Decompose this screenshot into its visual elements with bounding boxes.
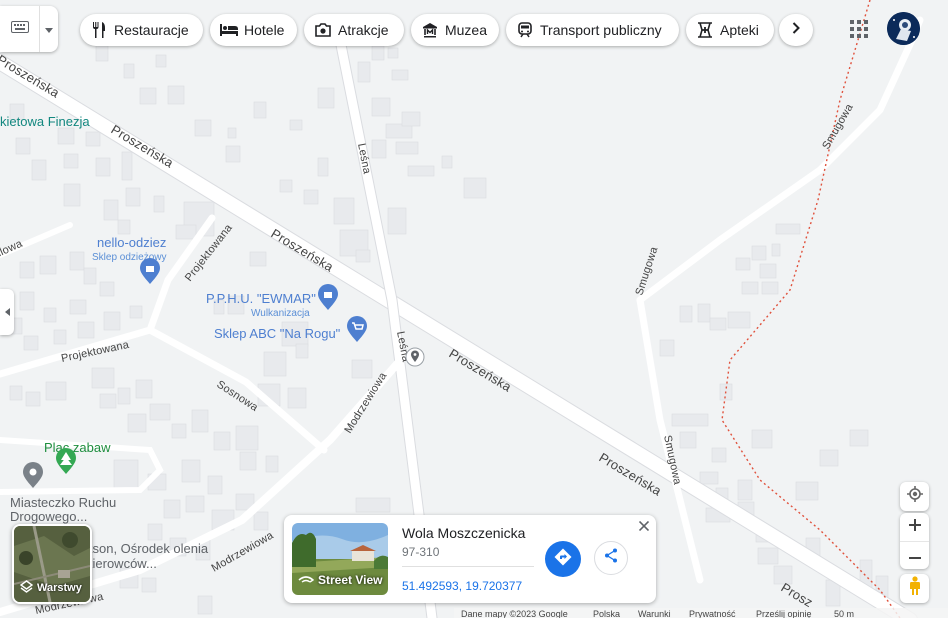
footer-link-feedback[interactable]: Prześlij opinię: [756, 609, 812, 618]
poi-label: kson, Ośrodek olenia kierowców...: [86, 541, 209, 571]
minus-icon: [908, 546, 921, 564]
keyboard-tools: [0, 6, 58, 52]
apps-grid-icon[interactable]: [848, 18, 870, 40]
poi-label: Miasteczko Ruchu Drogowego...: [10, 496, 117, 524]
close-card-button[interactable]: [636, 519, 652, 535]
caret-down-icon: [45, 20, 54, 38]
caret-left-icon: [4, 303, 10, 321]
footer-link-privacy[interactable]: Prywatność: [689, 609, 736, 618]
chips-next-button[interactable]: [779, 14, 813, 46]
my-location-button[interactable]: [900, 482, 929, 511]
map-footer: Dane mapy ©2023 Google Polska Warunki Pr…: [454, 608, 948, 618]
poi-subtitle: Wulkanizacja: [251, 308, 310, 319]
chip-label: Restauracje: [114, 22, 189, 38]
chip-transport-publiczny[interactable]: Transport publiczny: [506, 14, 679, 46]
pegman-icon: [909, 576, 921, 601]
share-icon: [604, 548, 618, 568]
hotel-icon: [220, 21, 238, 39]
close-icon: [638, 518, 650, 536]
keyboard-dropdown-button[interactable]: [40, 20, 58, 38]
keyboard-icon: [10, 20, 29, 38]
divider: [402, 566, 534, 567]
poi-label: Plac zabaw: [44, 440, 111, 455]
camera-icon: [314, 21, 332, 39]
share-button[interactable]: [594, 541, 628, 575]
poi-label: kietowa Finezja: [0, 114, 90, 129]
street-view-icon: [298, 573, 315, 587]
museum-icon: [421, 21, 439, 39]
chip-label: Transport publiczny: [540, 22, 662, 38]
layers-label-wrap: Warstwy: [19, 580, 82, 596]
place-postal-code: 97-310: [402, 545, 440, 559]
footer-link-terms[interactable]: Warunki: [638, 609, 671, 618]
chip-label: Muzea: [444, 22, 487, 38]
chip-muzea[interactable]: Muzea: [411, 14, 499, 46]
layers-label: Warstwy: [37, 582, 82, 594]
collapse-panel-button[interactable]: [0, 289, 14, 335]
street-view-badge: Street View: [298, 573, 382, 587]
layers-button[interactable]: Warstwy: [12, 524, 92, 604]
pharmacy-icon: [696, 21, 714, 39]
street-view-thumbnail[interactable]: Street View: [292, 523, 388, 595]
scale-label[interactable]: 50 m: [834, 609, 854, 618]
avatar[interactable]: [887, 12, 920, 45]
poi-label: P.P.H.U. "EWMAR": [206, 291, 316, 306]
place-title: Wola Moszczenicka: [402, 525, 526, 541]
directions-icon: [554, 548, 572, 571]
place-card: Street View Wola Moszczenicka 97-310 51.…: [284, 515, 656, 603]
street-view-label: Street View: [318, 573, 383, 587]
poi-label: Sklep ABC "Na Rogu": [214, 326, 341, 341]
pegman-button[interactable]: [900, 574, 929, 603]
footer-link-country[interactable]: Polska: [593, 609, 620, 618]
map-data-attribution: Dane mapy ©2023 Google: [461, 609, 568, 618]
zoom-controls: [900, 513, 929, 569]
zoom-in-button[interactable]: [900, 514, 929, 542]
layers-icon: [19, 580, 34, 596]
chip-label: Hotele: [244, 22, 285, 38]
selected-location-pin[interactable]: [405, 347, 425, 367]
place-coordinates[interactable]: 51.492593, 19.720377: [402, 579, 522, 593]
poi-osrodek-szkolenia[interactable]: kson, Ośrodek olenia kierowców...: [86, 541, 210, 575]
chip-label: Atrakcje: [338, 22, 389, 38]
chip-hotele[interactable]: Hotele: [210, 14, 297, 46]
restaurant-icon: [90, 21, 108, 39]
train-icon: [516, 21, 534, 39]
chip-label: Apteki: [720, 22, 759, 38]
zoom-out-button[interactable]: [900, 542, 929, 569]
plus-icon: [908, 518, 921, 536]
keyboard-button[interactable]: [0, 6, 41, 52]
poi-label: nello-odziez: [97, 235, 166, 250]
chip-restauracje[interactable]: Restauracje: [80, 14, 203, 46]
directions-button[interactable]: [545, 541, 581, 577]
chip-apteki[interactable]: Apteki: [686, 14, 774, 46]
poi-kietowa-finezja[interactable]: kietowa Finezja: [0, 114, 90, 129]
my-location-icon: [906, 486, 923, 507]
chip-atrakcje[interactable]: Atrakcje: [304, 14, 404, 46]
chevron-right-icon: [792, 21, 800, 39]
